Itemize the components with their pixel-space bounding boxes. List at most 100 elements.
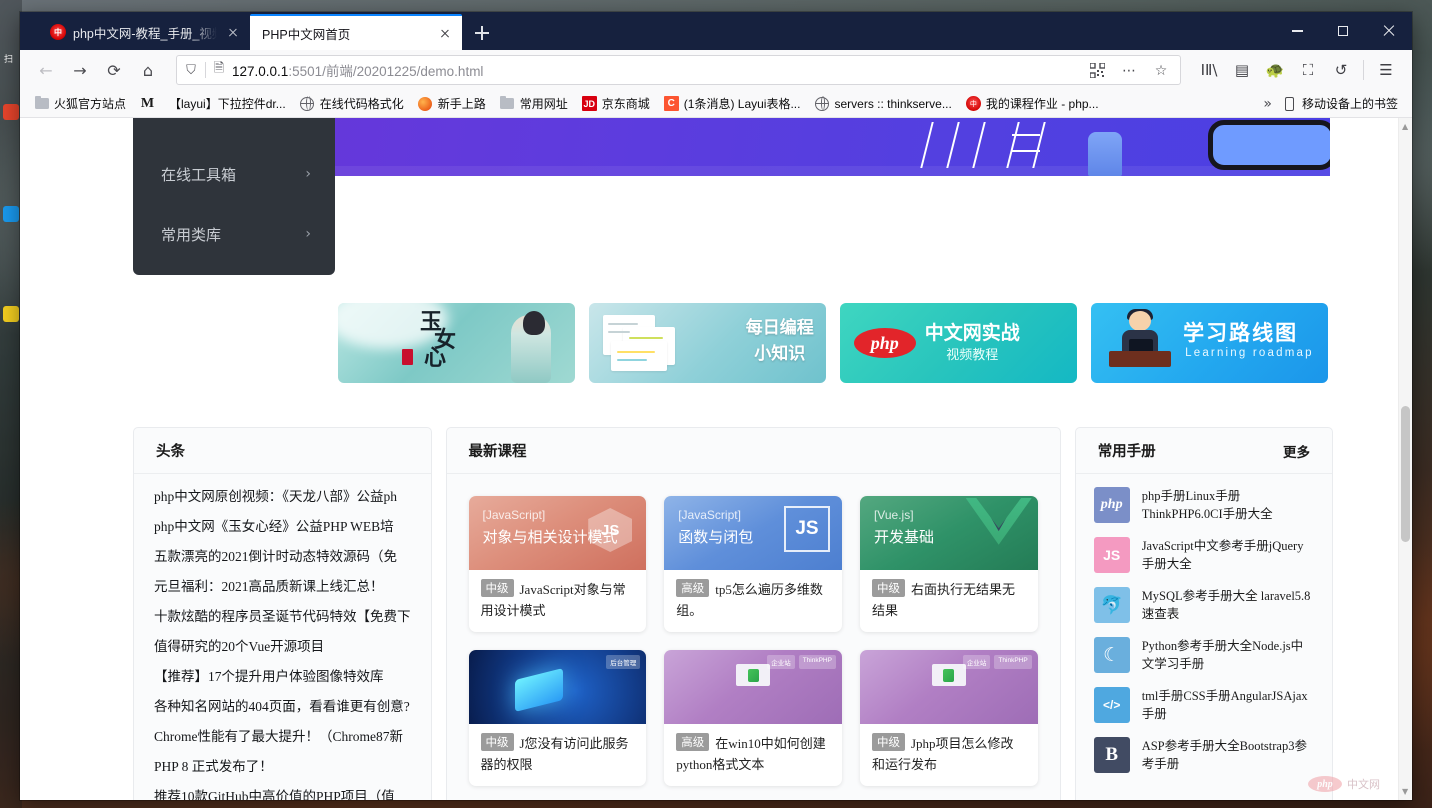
new-tab-button[interactable] <box>466 16 498 50</box>
bookmark-item[interactable]: M <box>134 93 161 114</box>
course-card[interactable]: 后台管理 中级 J您没有访问此服务器的权限 <box>468 650 647 786</box>
manual-text: Python参考手册大全Node.js中文学习手册 <box>1141 639 1304 671</box>
course-tags: 企业站 ThinkPHP <box>767 655 836 669</box>
course-tags: 企业站 ThinkPHP <box>962 655 1032 669</box>
address-bar[interactable]: ⛉ 🗎 127.0.0.1:5501/前端/20201225/demo.html… <box>176 55 1181 85</box>
bookmark-item[interactable]: 常用网址 <box>494 92 574 115</box>
banner-daily-coding[interactable]: 每日编程 小知识 <box>588 303 826 383</box>
course-card[interactable]: 企业站 ThinkPHP 中级 Jphp项目怎么修改和运行发布 <box>859 650 1038 786</box>
taskbar-icon-1[interactable] <box>3 104 19 120</box>
manual-item[interactable]: 🐬 MySQL参考手册大全 laravel5.8速查表 <box>1093 580 1314 630</box>
bookmark-item[interactable]: 新手上路 <box>412 92 492 115</box>
sidebar-item-common-libraries[interactable]: 常用类库 › <box>133 204 335 264</box>
headline-item[interactable]: Chrome性能有了最大提升！（Chrome87新 <box>154 722 411 752</box>
taskbar-strip[interactable]: 扫 <box>0 0 22 808</box>
manual-text: ASP参考手册大全Bootstrap3参考手册 <box>1141 739 1307 771</box>
chevron-double-right-icon[interactable]: » <box>1263 96 1271 112</box>
watermark-text: 中文网 <box>1347 779 1380 791</box>
course-thumbnail: [Vue.js] 开发基础 <box>859 496 1038 570</box>
bootstrap-manual-icon: B <box>1093 737 1130 773</box>
bookmark-item[interactable]: C (1条消息) Layui表格... <box>658 92 807 115</box>
screenshot-icon[interactable]: ⛶ <box>1292 55 1324 85</box>
minimize-button[interactable] <box>1274 12 1320 50</box>
headline-item[interactable]: 值得研究的20个Vue开源项目 <box>154 632 411 662</box>
headline-item[interactable]: 十款炫酷的程序员圣诞节代码特效【免费下 <box>154 602 411 632</box>
tab-close-icon[interactable] <box>224 23 242 41</box>
bookmark-item[interactable]: JD 京东商城 <box>576 92 656 115</box>
manual-item[interactable]: </> tml手册CSS手册AngularJSAjax手册 <box>1093 680 1314 730</box>
code-manual-icon: </> <box>1093 687 1130 723</box>
maximize-button[interactable] <box>1320 12 1366 50</box>
mobile-bookmarks-item[interactable]: 移动设备上的书签 <box>1276 92 1404 115</box>
undo-icon[interactable]: ↺ <box>1325 55 1357 85</box>
headlines-header: 头条 <box>134 428 431 474</box>
scroll-up-arrow-icon[interactable]: ▲ <box>1402 122 1408 131</box>
headline-item[interactable]: 元旦福利：2021高品质新课上线汇总！ <box>154 572 411 602</box>
course-card[interactable]: 企业站 ThinkPHP 高级 在win10中如何创建python格式文本 <box>664 650 842 786</box>
sidebar-icon[interactable]: ▤ <box>1226 55 1258 85</box>
sidebar-item-online-toolbox[interactable]: 在线工具箱 › <box>133 144 335 204</box>
js-logo-icon: JS <box>783 506 830 552</box>
extension-icon[interactable]: 🐢 <box>1259 55 1291 85</box>
qr-code-icon[interactable] <box>1084 57 1110 83</box>
back-icon[interactable]: ← <box>30 55 62 85</box>
scroll-down-arrow-icon[interactable]: ▼ <box>1402 787 1408 796</box>
chevron-right-icon: › <box>305 226 311 242</box>
course-card[interactable]: [JavaScript] 对象与相关设计模式 JS 中级 JavaScript对象… <box>468 496 647 632</box>
manual-text: MySQL参考手册大全 laravel5.8速查表 <box>1141 589 1311 621</box>
course-thumbnail: 企业站 ThinkPHP <box>859 650 1038 724</box>
headline-item[interactable]: PHP 8 正式发布了！ <box>154 752 411 782</box>
bookmark-item[interactable]: 在线代码格式化 <box>294 92 410 115</box>
course-body: 中级 JavaScript对象与常用设计模式 <box>469 570 647 632</box>
headline-item[interactable]: 推荐10款GitHub中高价值的PHP项目（值 <box>154 782 411 800</box>
star-icon[interactable]: ☆ <box>1148 57 1174 83</box>
close-window-button[interactable] <box>1366 12 1412 50</box>
bookmark-item[interactable]: servers :: thinkserve... <box>808 93 957 114</box>
library-icon[interactable]: ⅠⅡ\ <box>1193 55 1225 85</box>
course-card[interactable]: [Vue.js] 开发基础 中级 右面执行无结果无结果 <box>859 496 1038 632</box>
manual-item[interactable]: B ASP参考手册大全Bootstrap3参考手册 <box>1093 730 1314 780</box>
course-body: 高级 在win10中如何创建python格式文本 <box>664 724 842 786</box>
manuals-more-link[interactable]: 更多 <box>1283 441 1310 461</box>
scrollbar-thumb[interactable] <box>1401 406 1410 542</box>
manual-item[interactable]: ☾ Python参考手册大全Node.js中文学习手册 <box>1093 630 1314 680</box>
documents-illustration <box>602 313 695 373</box>
headline-item[interactable]: 各种知名网站的404页面，看看谁更有创意? <box>154 692 411 722</box>
headline-item[interactable]: php中文网《玉女心经》公益PHP WEB培 <box>154 512 411 542</box>
manual-item[interactable]: JS JavaScript中文参考手册jQuery手册大全 <box>1093 530 1314 580</box>
latest-courses-card: 最新课程 [JavaScript] 对象与相关设计模式 JS 中级 JavaScr… <box>445 427 1061 800</box>
taskbar-icon-3[interactable] <box>3 306 19 322</box>
forward-icon[interactable]: → <box>64 55 96 85</box>
divider <box>1363 60 1364 80</box>
course-card[interactable]: [JavaScript] 函数与闭包 JS 高级 tp5怎么遍历多维数组。 <box>664 496 842 632</box>
bookmark-item[interactable]: 中我的课程作业 - php... <box>960 92 1105 115</box>
folder-icon <box>34 95 49 111</box>
bookmark-item[interactable]: 火狐官方站点 <box>28 92 132 115</box>
taskbar-icon-2[interactable] <box>3 206 19 222</box>
headline-item[interactable]: 【推荐】17个提升用户体验图像特效库 <box>154 662 411 692</box>
bookmark-item[interactable]: 【layui】下拉控件dr... <box>163 92 292 115</box>
menu-icon[interactable]: ☰ <box>1370 55 1402 85</box>
reload-icon[interactable]: ⟳ <box>98 55 130 85</box>
course-thumbnail: 后台管理 <box>468 650 647 724</box>
page-scrollbar[interactable]: ▲ ▼ <box>1398 118 1412 800</box>
banner-learning-roadmap[interactable]: 学习路线图 Learning roadmap <box>1091 303 1329 383</box>
manual-text: tml手册CSS手册AngularJSAjax手册 <box>1141 689 1308 721</box>
tab-php-chinese-net[interactable]: 中 php中文网-教程_手册_视频-免 <box>38 14 250 50</box>
headline-item[interactable]: 五款漂亮的2021倒计时动态特效源码（免 <box>154 542 411 572</box>
home-icon[interactable]: ⌂ <box>132 55 164 85</box>
banner-title: 学习路线图 <box>1183 322 1299 345</box>
tab-php-homepage[interactable]: PHP中文网首页 <box>250 14 462 50</box>
tab-close-icon[interactable] <box>436 24 454 42</box>
manual-item[interactable]: php php手册Linux手册ThinkPHP6.0CI手册大全 <box>1093 480 1314 530</box>
banner-yunv-xinjing[interactable]: 玉 女 心 <box>338 303 575 383</box>
desk-graphic <box>1109 351 1172 367</box>
shield-icon[interactable]: ⛉ <box>183 63 199 78</box>
headline-item[interactable]: php中文网原创视频：《天龙八部》公益ph <box>154 482 411 512</box>
course-body: 中级 J您没有访问此服务器的权限 <box>469 724 647 786</box>
page-viewport: 在线工具箱 › 常用类库 › 玉 女 心 每日编程 小知识 php 中文网实战 … <box>20 118 1412 800</box>
promo-banner-row: 玉 女 心 每日编程 小知识 php 中文网实战 视频教程 学习路线图 Lear… <box>338 303 1329 383</box>
course-tag: 后台管理 <box>606 655 641 669</box>
more-dots-icon[interactable]: ⋯ <box>1116 57 1142 83</box>
banner-php-practical-video[interactable]: php 中文网实战 视频教程 <box>839 303 1078 383</box>
